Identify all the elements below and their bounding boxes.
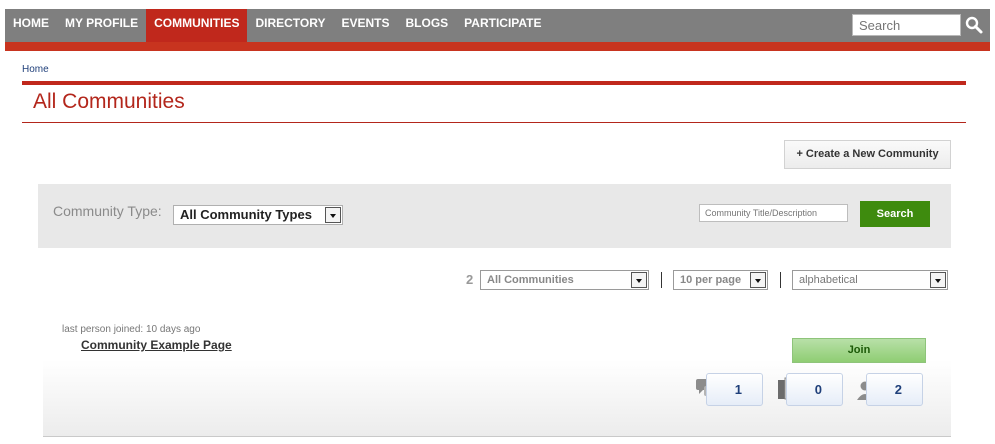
scope-select[interactable]: All Communities	[480, 270, 649, 290]
chevron-down-icon[interactable]	[750, 272, 766, 288]
sort-order-select[interactable]: alphabetical	[792, 270, 948, 290]
heading-divider-bottom	[22, 122, 966, 123]
heading-divider-top	[22, 81, 966, 85]
top-navigation-bar: HOME MY PROFILE COMMUNITIES DIRECTORY EV…	[5, 9, 990, 42]
per-page-select[interactable]: 10 per page	[673, 270, 768, 290]
search-button[interactable]: Search	[860, 201, 930, 227]
per-page-value: 10 per page	[680, 274, 742, 286]
nav-item-blogs[interactable]: BLOGS	[398, 9, 457, 42]
scope-value: All Communities	[487, 274, 574, 286]
nav-item-events[interactable]: EVENTS	[333, 9, 397, 42]
community-type-value: All Community Types	[180, 207, 312, 222]
site-search-input[interactable]	[852, 14, 961, 36]
members-count[interactable]: 2	[866, 373, 923, 406]
community-title-input[interactable]	[699, 204, 848, 222]
sort-order-value: alphabetical	[799, 274, 858, 286]
list-divider	[43, 436, 951, 437]
discussions-count[interactable]: 1	[706, 373, 763, 406]
nav-item-my-profile[interactable]: MY PROFILE	[57, 9, 146, 42]
community-type-select[interactable]: All Community Types	[173, 205, 343, 225]
breadcrumb[interactable]: Home	[22, 64, 49, 75]
page-title: All Communities	[33, 90, 185, 113]
join-button[interactable]: Join	[792, 338, 926, 363]
main-nav: HOME MY PROFILE COMMUNITIES DIRECTORY EV…	[5, 9, 550, 42]
search-icon[interactable]	[964, 15, 984, 35]
filter-panel: Community Type: All Community Types Sear…	[38, 184, 951, 248]
create-community-button[interactable]: + Create a New Community	[784, 140, 951, 169]
nav-accent-bar	[5, 42, 990, 51]
nav-item-directory[interactable]: DIRECTORY	[247, 9, 333, 42]
nav-item-home[interactable]: HOME	[5, 9, 57, 42]
nav-item-communities[interactable]: COMMUNITIES	[146, 9, 248, 42]
nav-item-participate[interactable]: PARTICIPATE	[456, 9, 549, 42]
separator	[780, 272, 781, 288]
documents-count[interactable]: 0	[786, 373, 843, 406]
chevron-down-icon[interactable]	[631, 272, 647, 288]
chevron-down-icon[interactable]	[930, 272, 946, 288]
community-name-link[interactable]: Community Example Page	[81, 338, 232, 352]
chevron-down-icon[interactable]	[325, 207, 341, 223]
separator	[661, 272, 662, 288]
last-joined-text: last person joined: 10 days ago	[62, 324, 201, 335]
result-count: 2	[466, 272, 474, 287]
community-type-label: Community Type:	[53, 203, 162, 219]
